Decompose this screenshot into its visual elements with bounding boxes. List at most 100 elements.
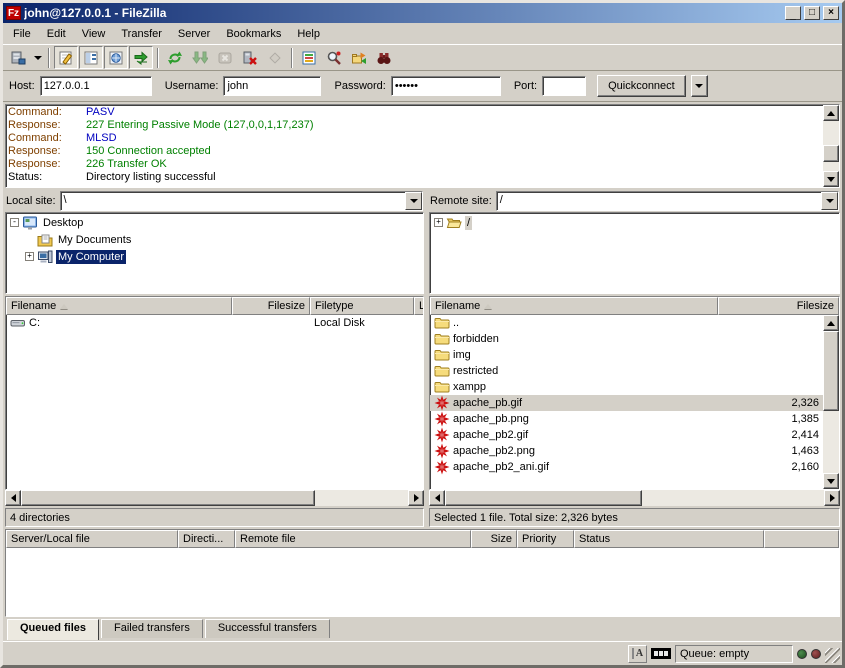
file-row[interactable]: apache_pb2.png 1,463 [430,443,823,459]
scroll-down-icon[interactable] [823,171,839,187]
tab-failed-transfers[interactable]: Failed transfers [101,619,203,638]
titlebar[interactable]: Fz john@127.0.0.1 - FileZilla _ □ × [3,3,842,23]
column-header[interactable]: L [414,297,423,315]
tab-queued-files[interactable]: Queued files [7,619,99,640]
menu-bookmarks[interactable]: Bookmarks [218,26,289,42]
file-row[interactable]: forbidden [430,331,823,347]
menu-server[interactable]: Server [170,26,218,42]
host-input[interactable] [40,76,152,96]
quickconnect-dropdown-button[interactable] [691,75,708,97]
tree-item[interactable]: +/ [430,214,839,231]
file-row[interactable]: C: Local Disk [6,315,423,331]
scroll-up-icon[interactable] [823,105,839,121]
reconnect-button[interactable] [263,46,287,69]
log-line: Response:226 Transfer OK [8,158,821,171]
file-row[interactable]: restricted [430,363,823,379]
cancel-button[interactable] [213,46,237,69]
port-input[interactable] [542,76,586,96]
scroll-right-icon[interactable] [408,490,424,506]
remote-tree-toggle-icon [108,50,124,66]
close-button[interactable]: × [823,6,839,20]
file-row[interactable]: apache_pb.gif 2,326 [430,395,823,411]
process-queue-icon [192,50,208,66]
toolbar-separator [157,48,159,68]
transfer-queue: Server/Local fileDirecti...Remote fileSi… [5,529,840,617]
sync-browse-icon [376,50,392,66]
site-manager-dropdown-button[interactable] [31,46,44,69]
quickconnect-button[interactable]: Quickconnect [597,75,686,97]
file-row[interactable]: img [430,347,823,363]
local-tree-toggle-button[interactable] [79,46,103,69]
menu-help[interactable]: Help [289,26,328,42]
column-header[interactable]: Filetype [310,297,414,315]
local-directory-tree: -DesktopMy Documents+My Computer [5,212,424,294]
image-file-icon [434,443,450,459]
remote-horizontal-scrollbar[interactable] [429,490,840,506]
queue-toggle-button[interactable] [129,46,153,69]
filter-button[interactable] [297,46,321,69]
scroll-down-icon[interactable] [823,473,839,489]
process-queue-button[interactable] [188,46,212,69]
compare-button[interactable] [347,46,371,69]
chevron-down-icon [34,56,42,60]
transfer-type-indicator-icon[interactable]: A [628,645,647,663]
remote-site-dropdown-button[interactable] [821,192,838,210]
menu-transfer[interactable]: Transfer [113,26,170,42]
menu-edit[interactable]: Edit [39,26,74,42]
file-row[interactable]: xampp [430,379,823,395]
collapse-icon[interactable]: - [10,218,19,227]
file-row[interactable]: apache_pb.png 1,385 [430,411,823,427]
menu-file[interactable]: File [5,26,39,42]
log-vertical-scrollbar[interactable] [823,105,839,187]
folder-icon [434,315,450,331]
column-header[interactable]: Filename [430,297,718,315]
queue-column-header[interactable]: Directi... [178,530,235,548]
tree-item[interactable]: +My Computer [6,248,423,265]
queue-column-header[interactable]: Server/Local file [6,530,178,548]
local-horizontal-scrollbar[interactable] [5,490,424,506]
username-label: Username: [165,80,219,92]
site-manager-button[interactable] [6,46,30,69]
remote-vertical-scrollbar[interactable] [823,315,839,489]
column-header[interactable]: Filesize [232,297,310,315]
speedlimit-indicator-icon[interactable] [651,648,671,659]
remote-site-combo[interactable]: / [496,191,839,211]
scroll-left-icon[interactable] [5,490,21,506]
menu-view[interactable]: View [74,26,114,42]
chevron-down-icon [410,199,418,203]
tree-item[interactable]: My Documents [6,231,423,248]
tab-successful-transfers[interactable]: Successful transfers [205,619,330,638]
expand-icon[interactable]: + [434,218,443,227]
queue-column-header[interactable]: Size [471,530,517,548]
scroll-right-icon[interactable] [824,490,840,506]
local-site-dropdown-button[interactable] [405,192,422,210]
expand-icon[interactable]: + [25,252,34,261]
chevron-down-icon [826,199,834,203]
queue-column-header[interactable]: Priority [517,530,574,548]
disconnect-button[interactable] [238,46,262,69]
resize-grip[interactable] [825,648,840,663]
sync-browse-button[interactable] [372,46,396,69]
minimize-button[interactable]: _ [785,6,801,20]
queue-column-header[interactable]: Remote file [235,530,471,548]
file-row[interactable]: apache_pb2.gif 2,414 [430,427,823,443]
file-row[interactable]: apache_pb2_ani.gif 2,160 [430,459,823,475]
column-header[interactable]: Filesize [718,297,839,315]
message-log-toggle-button[interactable] [54,46,78,69]
maximize-button[interactable]: □ [804,6,820,20]
refresh-button[interactable] [163,46,187,69]
log-line: Response:227 Entering Passive Mode (127,… [8,119,821,132]
remote-tree-toggle-button[interactable] [104,46,128,69]
search-button[interactable] [322,46,346,69]
local-site-combo[interactable]: \ [60,191,423,211]
file-row[interactable]: .. [430,315,823,331]
scroll-up-icon[interactable] [823,315,839,331]
sort-asc-icon [60,304,68,309]
username-input[interactable] [223,76,321,96]
scroll-left-icon[interactable] [429,490,445,506]
column-header[interactable]: Filename [6,297,232,315]
queue-column-header[interactable]: Status [574,530,764,548]
tree-item[interactable]: -Desktop [6,214,423,231]
password-input[interactable] [391,76,501,96]
remote-file-list: FilenameFilesize .. forbidden img restri… [429,296,840,490]
